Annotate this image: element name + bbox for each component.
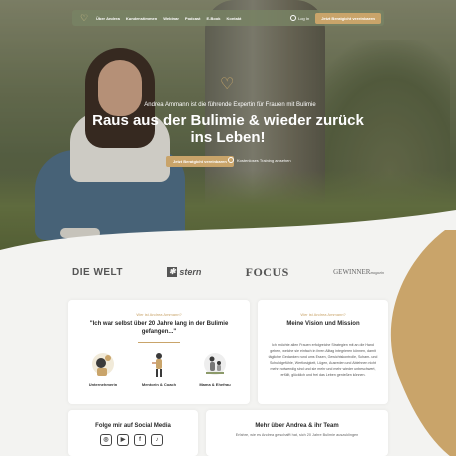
nav-menu: Über Andrea Kundenstimmen Webinar Podcas… (96, 16, 241, 21)
feature-family: Mama & Ehefrau (190, 350, 240, 387)
hero-training-label: Kostenloses Training ansehen (237, 157, 291, 163)
about-features: Unternehmerin Mentorin & Coach Mama & Eh… (78, 350, 240, 387)
gold-decor-shape (390, 230, 456, 456)
nav-item-kontakt[interactable]: Kontakt (226, 16, 241, 21)
stern-star-icon: ✱ (167, 267, 178, 277)
nav-item-kundenstimmen[interactable]: Kundenstimmen (126, 16, 157, 21)
hero-cta-button[interactable]: Jetzt Beratgicht vereinbaren (166, 156, 234, 167)
press-logo-gewinner-label: GEWINNER (333, 268, 371, 276)
press-logo-stern: ✱ stern (167, 267, 201, 277)
user-icon (290, 15, 297, 21)
nav-cta-button[interactable]: Jetzt Beratgicht vereinbaren (315, 12, 381, 24)
nav-item-podcast[interactable]: Podcast (185, 16, 201, 21)
vision-heading: Meine Vision und Mission (286, 321, 360, 327)
team-heading: Mehr über Andrea & ihr Team (255, 423, 339, 429)
feature-mentor: Mentorin & Coach (134, 350, 184, 387)
feature-label: Mama & Ehefrau (199, 382, 231, 387)
press-logo-gewinner-suffix: magazin (370, 270, 384, 275)
login-label: Log In (298, 15, 310, 21)
social-heading: Folge mir auf Social Media (95, 423, 171, 429)
about-eyebrow: Wer ist Andrea Ammann? (136, 312, 182, 317)
feature-label: Unternehmerin (88, 382, 118, 387)
vision-card: Wer ist Andrea Ammann? Meine Vision und … (258, 300, 388, 404)
press-logos: DIE WELT ✱ stern FOCUS GEWINNERmagazin (72, 262, 384, 282)
nav-item-webinar[interactable]: Webinar (163, 16, 179, 21)
social-icons: ◎ ▶ f ♪ (100, 434, 163, 446)
press-logo-gewinner: GEWINNERmagazin (333, 268, 384, 276)
login-link[interactable]: Log In (290, 15, 309, 21)
tree-heart-icon: ♡ (220, 76, 235, 93)
vision-eyebrow: Wer ist Andrea Ammann? (300, 312, 346, 317)
heart-logo-icon[interactable]: ♡ (78, 12, 90, 24)
team-card: Mehr über Andrea & ihr Team Erfahre, wie… (206, 410, 388, 456)
hero-training-link[interactable]: Kostenloses Training ansehen (228, 157, 291, 163)
press-logo-welt: DIE WELT (72, 266, 124, 278)
play-icon (228, 157, 234, 163)
social-card: Folge mir auf Social Media ◎ ▶ f ♪ (68, 410, 198, 456)
about-card: Wer ist Andrea Ammann? "Ich war selbst ü… (68, 300, 250, 404)
nav-item-ueber-andrea[interactable]: Über Andrea (96, 16, 120, 21)
top-navigation: ♡ Über Andrea Kundenstimmen Webinar Podc… (72, 10, 384, 26)
nav-item-ebook[interactable]: E-Book (206, 16, 220, 21)
feature-entrepreneur: Unternehmerin (78, 350, 128, 387)
feature-label: Mentorin & Coach (141, 382, 177, 387)
press-logo-focus: FOCUS (245, 264, 289, 279)
team-body: Erfahre, wie es Andrea geschafft hat, si… (235, 433, 359, 437)
mentor-illustration-icon (152, 353, 162, 377)
vision-body: Ich möchte allen Frauen erfolgreiche Str… (268, 343, 378, 377)
hero-subtitle: Andrea Ammann ist die führende Expertin … (144, 102, 316, 108)
instagram-icon[interactable]: ◎ (100, 434, 112, 446)
youtube-icon[interactable]: ▶ (117, 434, 129, 446)
press-logo-stern-label: stern (179, 267, 202, 277)
podcast-icon[interactable]: ♪ (151, 434, 163, 446)
entrepreneur-illustration-icon (92, 353, 114, 376)
family-illustration-icon (204, 353, 226, 375)
about-divider (138, 342, 180, 343)
hero-title: Raus aus der Bulimie & wieder zurück ins… (92, 112, 364, 146)
about-heading: "Ich war selbst über 20 Jahre lang in de… (89, 321, 229, 335)
facebook-icon[interactable]: f (134, 434, 146, 446)
